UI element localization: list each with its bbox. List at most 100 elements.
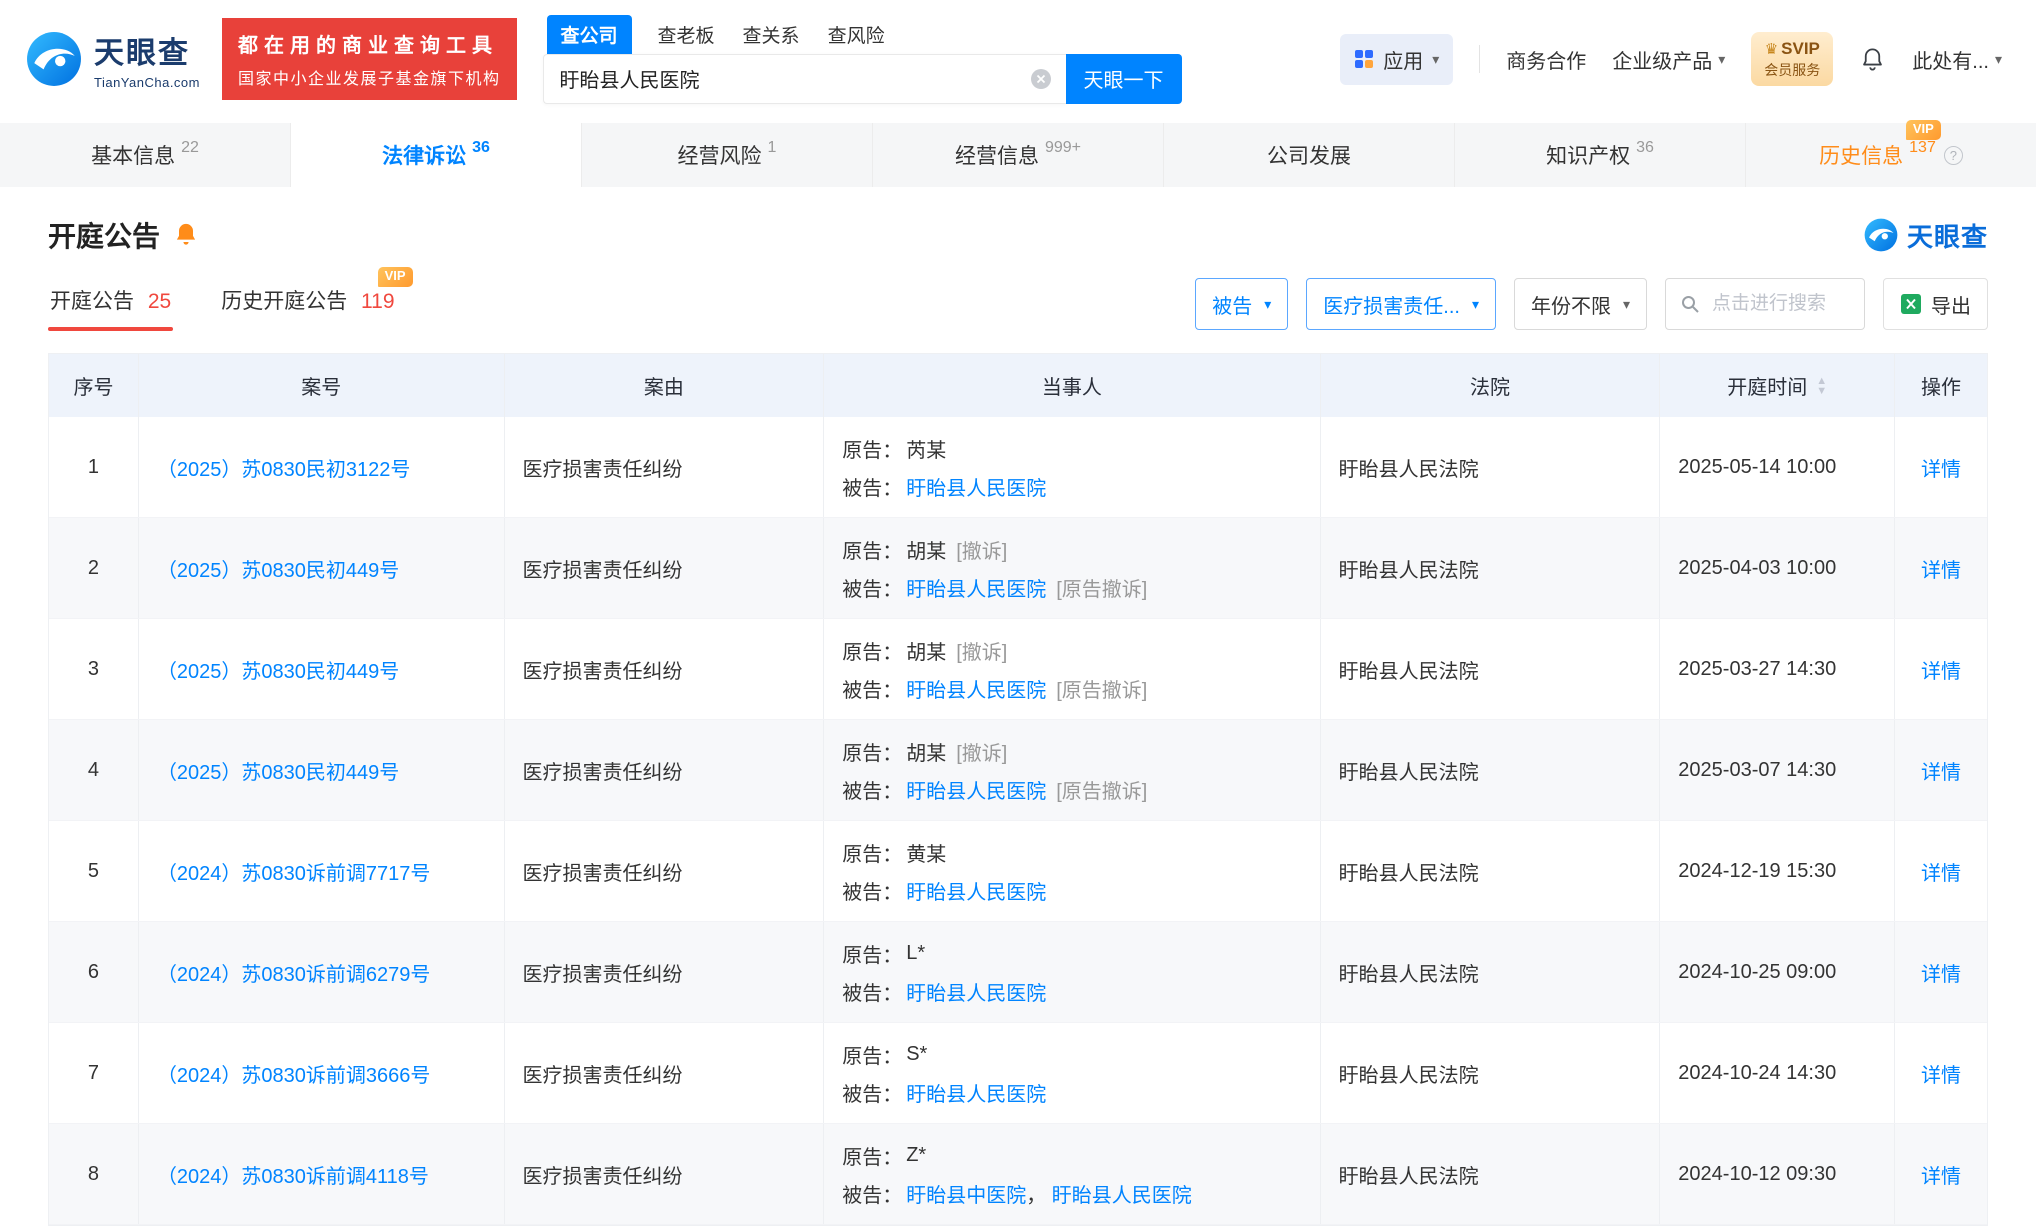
detail-link[interactable]: 详情 [1921,453,1961,482]
court-cell: 盱眙县人民法院 [1321,518,1661,618]
detail-link[interactable]: 详情 [1921,857,1961,886]
filter-year-dropdown[interactable]: 年份不限 ▾ [1514,278,1647,330]
notifications-bell-icon[interactable] [1859,46,1886,73]
table-row: 3 （2025）苏0830民初449号 医疗损害责任纠纷 原告： 胡某 [撤诉]… [49,619,1987,720]
case-number-link[interactable]: （2024）苏0830诉前调7717号 [157,857,430,886]
search-tab-risk[interactable]: 查风险 [826,15,887,54]
company-tab-development[interactable]: 公司发展 [1164,123,1455,187]
list-search-input[interactable] [1710,292,1850,316]
plaintiff-name: 黄某 [906,838,946,867]
defendant-link[interactable]: 盱眙县人民医院 [1052,1185,1192,1207]
section-header: 开庭公告 天眼查 [48,215,1988,255]
parties-cell: 原告： L* 被告： 盱眙县人民医院 [824,922,1320,1022]
case-cause-cell: 医疗损害责任纠纷 [505,922,825,1022]
detail-link[interactable]: 详情 [1921,1059,1961,1088]
clear-input-icon[interactable] [1030,68,1052,90]
detail-link[interactable]: 详情 [1921,655,1961,684]
case-number-cell: （2025）苏0830民初3122号 [139,417,505,517]
tianyancha-logo[interactable]: 天眼查 TianYanCha.com [26,28,200,90]
parties-cell: 原告： 胡某 [撤诉] 被告： 盱眙县人民医院 [原告撤诉] [824,720,1320,820]
business-coop-link[interactable]: 商务合作 [1506,45,1586,74]
court-cell: 盱眙县人民法院 [1321,1124,1661,1224]
sort-icon[interactable]: ▲ ▼ [1816,376,1827,396]
defendant-line: 被告： 盱眙县人民医院 [842,977,1046,1006]
search-tab-boss[interactable]: 查老板 [656,15,717,54]
defendant-link[interactable]: 盱眙县中医院 [906,1185,1026,1207]
company-tab-intellectual-property[interactable]: 知识产权 36 [1455,123,1746,187]
search-input-wrap [543,54,1066,104]
defendant-links: 盱眙县中医院， 盱眙县人民医院 [906,1179,1192,1208]
case-number-link[interactable]: （2025）苏0830民初449号 [157,655,399,684]
defendant-tag: [原告撤诉] [1056,674,1147,703]
promo-banner[interactable]: 都在用的商业查询工具 国家中小企业发展子基金旗下机构 [222,18,517,100]
enterprise-products-menu[interactable]: 企业级产品 ▾ [1612,45,1725,74]
company-tab-history-info[interactable]: 历史信息 137 VIP ? [1746,123,2036,187]
detail-link[interactable]: 详情 [1921,554,1961,583]
defendant-link[interactable]: 盱眙县人民医院 [906,781,1046,803]
detail-link[interactable]: 详情 [1921,958,1961,987]
plaintiff-label: 原告： [842,1141,902,1170]
court-cell: 盱眙县人民法院 [1321,1023,1661,1123]
company-tab-legal-proceedings[interactable]: 法律诉讼 36 [291,123,582,187]
chevron-down-icon: ▾ [1623,296,1630,313]
plaintiff-label: 原告： [842,939,902,968]
case-number-link[interactable]: （2024）苏0830诉前调6279号 [157,958,430,987]
header-index: 序号 [49,354,139,417]
chevron-down-icon: ▾ [1264,296,1271,313]
plaintiff-name: Z* [906,1144,926,1167]
plaintiff-label: 原告： [842,737,902,766]
case-number-cell: （2024）苏0830诉前调6279号 [139,922,505,1022]
case-number-link[interactable]: （2024）苏0830诉前调4118号 [157,1160,429,1189]
header-court: 法院 [1321,354,1661,417]
case-number-link[interactable]: （2025）苏0830民初3122号 [157,453,410,482]
company-tab-operation-risk[interactable]: 经营风险 1 [582,123,873,187]
defendant-line: 被告： 盱眙县人民医院 [原告撤诉] [842,775,1147,804]
defendant-line: 被告： 盱眙县人民医院 [842,876,1046,905]
defendant-label: 被告： [842,876,902,905]
defendant-link[interactable]: 盱眙县人民医院 [906,579,1046,601]
case-number-cell: （2025）苏0830民初449号 [139,619,505,719]
subtab-hearing-announcements[interactable]: 开庭公告 25 [48,277,173,331]
case-number-link[interactable]: （2025）苏0830民初449号 [157,554,399,583]
parties-cell: 原告： 黄某 被告： 盱眙县人民医院 [824,821,1320,921]
plaintiff-line: 原告： 黄某 [842,838,946,867]
svip-membership-badge[interactable]: ♛SVIP 会员服务 [1751,32,1833,85]
user-more-menu[interactable]: 此处有... ▾ [1912,45,2002,74]
defendant-link[interactable]: 盱眙县人民医院 [906,478,1046,500]
header-cause: 案由 [505,354,825,417]
defendant-link[interactable]: 盱眙县人民医院 [906,1084,1046,1106]
case-number-link[interactable]: （2025）苏0830民初449号 [157,756,399,785]
subscribe-bell-icon[interactable] [172,221,200,249]
defendant-link[interactable]: 盱眙县人民医院 [906,983,1046,1005]
export-button[interactable]: 导出 [1883,278,1988,330]
help-icon[interactable]: ? [1944,146,1963,165]
parties-cell: 原告： Z* 被告： 盱眙县中医院， 盱眙县人民医院 [824,1124,1320,1224]
defendant-links: 盱眙县人民医院 [906,1078,1046,1107]
search-bar: 天眼一下 [543,54,1182,104]
case-number-cell: （2024）苏0830诉前调7717号 [139,821,505,921]
case-cause-cell: 医疗损害责任纠纷 [505,1124,825,1224]
search-button[interactable]: 天眼一下 [1066,54,1182,104]
company-tab-operation-info[interactable]: 经营信息 999+ [873,123,1164,187]
parties-cell: 原告： S* 被告： 盱眙县人民医院 [824,1023,1320,1123]
company-tab-basic-info[interactable]: 基本信息 22 [0,123,291,187]
case-number-link[interactable]: （2024）苏0830诉前调3666号 [157,1059,430,1088]
chevron-down-icon: ▾ [1432,51,1439,68]
detail-link[interactable]: 详情 [1921,1160,1961,1189]
filter-defendant-dropdown[interactable]: 被告 ▾ [1195,278,1288,330]
search-tab-company[interactable]: 查公司 [547,15,632,54]
header-hearing-time[interactable]: 开庭时间 ▲ ▼ [1660,354,1895,417]
filter-cause-dropdown[interactable]: 医疗损害责任... ▾ [1306,278,1496,330]
company-search-input[interactable] [558,66,1030,91]
logo-text: 天眼查 [94,28,200,72]
defendant-tag: [原告撤诉] [1056,775,1147,804]
apps-menu[interactable]: 应用 ▾ [1340,34,1453,85]
defendant-links: 盱眙县人民医院 [906,472,1046,501]
defendant-link[interactable]: 盱眙县人民医院 [906,882,1046,904]
subtab-history-hearing-announcements[interactable]: 历史开庭公告 119 VIP [219,277,396,331]
search-tab-relation[interactable]: 查关系 [741,15,802,54]
defendant-link[interactable]: 盱眙县人民医院 [906,680,1046,702]
hearing-time-cell: 2025-04-03 10:00 [1660,518,1895,618]
detail-link[interactable]: 详情 [1921,756,1961,785]
action-cell: 详情 [1895,1124,1987,1224]
